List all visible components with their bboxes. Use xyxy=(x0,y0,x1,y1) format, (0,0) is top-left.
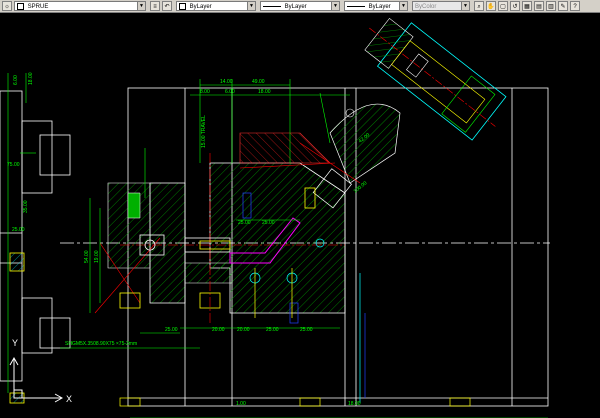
color-swatch-icon xyxy=(179,2,186,10)
left-dim-top: 6.00 xyxy=(13,75,19,85)
dim-bottom-25c: 25.00 xyxy=(165,327,178,333)
lineweight-value-label: ByLayer xyxy=(368,4,391,10)
chevron-down-icon[interactable]: ▼ xyxy=(137,2,145,10)
properties-toolbar: ☼ SPRUE ▼ ≡ ↶ ByLayer ▼ ByLayer ▼ ByLaye… xyxy=(0,0,600,13)
linetype-sample-icon xyxy=(263,5,281,7)
dim-bottom-25b: 25.00 xyxy=(300,327,313,333)
dim-top-6: 6.00 xyxy=(225,89,235,95)
dim-top-18: 18.00 xyxy=(258,89,271,95)
chevron-down-icon: ▼ xyxy=(461,2,469,10)
dim-frame-18: 18.00 xyxy=(348,401,361,407)
tool-palettes-icon[interactable]: ▥ xyxy=(546,1,556,11)
bolt-detail xyxy=(119,397,471,407)
linetype-dropdown[interactable]: ByLayer ▼ xyxy=(260,1,340,11)
dim-travel: 15.00 TRAVEL xyxy=(201,115,207,148)
lineweight-dropdown[interactable]: ByLayer ▼ xyxy=(344,1,408,11)
dim-top-49: 49.00 xyxy=(252,79,265,85)
part-annotation: SHGM5X.3508.90X75 ×75-2mm xyxy=(65,341,137,347)
chevron-down-icon[interactable]: ▼ xyxy=(247,2,255,10)
dim-slant-100: 100.00 xyxy=(353,180,369,194)
chevron-down-icon[interactable]: ▼ xyxy=(331,2,339,10)
core-section xyxy=(107,132,346,314)
layer-dropdown[interactable]: SPRUE ▼ xyxy=(14,1,146,11)
dim-top-14: 14.00 xyxy=(220,79,233,85)
dim-bottom-20b: 20.00 xyxy=(237,327,250,333)
layer-lightbulb-icon[interactable]: ☼ xyxy=(2,1,12,11)
layer-color-icon xyxy=(17,2,24,10)
markup-icon[interactable]: ✎ xyxy=(558,1,568,11)
make-layer-current-icon[interactable]: ≡ xyxy=(150,1,160,11)
color-dropdown[interactable]: ByLayer ▼ xyxy=(176,1,256,11)
chevron-down-icon[interactable]: ▼ xyxy=(399,2,407,10)
dim-left-vert: 35.00 xyxy=(23,200,29,213)
linetype-value-label: ByLayer xyxy=(284,4,307,10)
cad-application: ☼ SPRUE ▼ ≡ ↶ ByLayer ▼ ByLayer ▼ ByLaye… xyxy=(0,0,600,418)
design-center-icon[interactable]: ▤ xyxy=(534,1,544,11)
dim-frame-1: 1.00 xyxy=(236,401,246,407)
dim-vert-54: 54.00 xyxy=(84,250,90,263)
plotstyle-dropdown: ByColor ▼ xyxy=(412,1,470,11)
dim-mid-25b: 25.00 xyxy=(262,220,275,226)
ucs-x-label: X xyxy=(66,394,72,404)
dim-mid-25a: 25.00 xyxy=(238,220,251,226)
drawing-canvas[interactable]: 6.00 18.00 75.00 25.00 14.00 49.00 8.00 … xyxy=(0,13,600,418)
layer-previous-icon[interactable]: ↶ xyxy=(162,1,172,11)
color-value-label: ByLayer xyxy=(189,4,212,10)
zoom-icon[interactable]: ⌕ xyxy=(474,1,484,11)
dim-bottom-20a: 20.00 xyxy=(212,327,225,333)
properties-icon[interactable]: ▦ xyxy=(522,1,532,11)
zoom-previous-icon[interactable]: ↺ xyxy=(510,1,520,11)
lineweight-sample-icon xyxy=(347,5,365,7)
left-dim-top2: 18.00 xyxy=(28,72,34,85)
dim-vert-19: 19.00 xyxy=(94,250,100,263)
dim-top-8: 8.00 xyxy=(200,89,210,95)
dim-bottom-25a: 25.00 xyxy=(266,327,279,333)
left-dim-25: 25.00 xyxy=(12,227,25,233)
layer-name-label: SPRUE xyxy=(27,4,49,10)
left-plate xyxy=(0,90,71,382)
pan-icon[interactable]: ✋ xyxy=(486,1,496,11)
help-icon[interactable]: ? xyxy=(570,1,580,11)
zoom-window-icon[interactable]: ▢ xyxy=(498,1,508,11)
ucs-y-label: Y xyxy=(12,338,18,348)
left-dim-75: 75.00 xyxy=(7,162,20,168)
plotstyle-value-label: ByColor xyxy=(415,4,437,10)
